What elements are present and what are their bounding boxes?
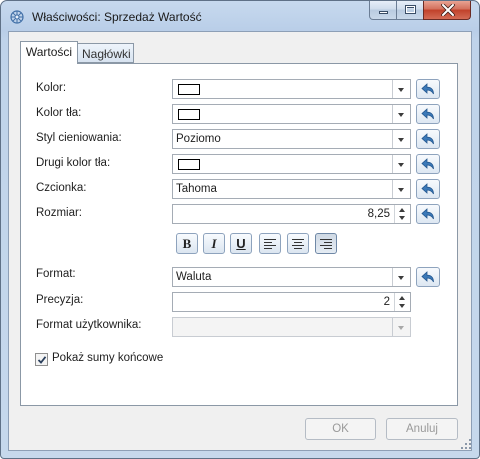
resize-grip-icon[interactable]	[461, 439, 471, 449]
ok-button[interactable]: OK	[305, 418, 376, 440]
spin-down-icon[interactable]	[399, 216, 405, 220]
chevron-down-icon[interactable]	[392, 130, 410, 148]
align-left-button[interactable]	[259, 233, 281, 254]
spin-up-icon[interactable]	[399, 296, 405, 300]
czcionka-reset-button[interactable]	[416, 179, 440, 199]
spin-arrows[interactable]	[394, 293, 410, 311]
format-label: Format:	[36, 268, 76, 280]
kolor-label: Kolor:	[36, 82, 67, 94]
underline-button[interactable]: U	[230, 233, 252, 254]
drugi-kolor-tla-swatch	[178, 159, 200, 170]
rozmiar-label: Rozmiar:	[36, 207, 83, 219]
chevron-down-icon[interactable]	[392, 180, 410, 198]
pokaz-sumy-checkbox[interactable]	[35, 353, 48, 366]
close-icon	[441, 4, 455, 16]
bold-button[interactable]: B	[176, 233, 198, 254]
undo-icon	[421, 208, 434, 220]
drugi-kolor-tla-reset-button[interactable]	[416, 154, 440, 174]
italic-button[interactable]: I	[203, 233, 225, 254]
format-dropdown[interactable]: Waluta	[172, 267, 411, 287]
precyzja-label: Precyzja:	[36, 294, 84, 306]
close-button[interactable]	[423, 1, 471, 20]
kolor-dropdown[interactable]	[172, 79, 411, 99]
pokaz-sumy-label[interactable]: Pokaż sumy końcowe	[52, 352, 163, 364]
kolor-tla-swatch	[178, 109, 200, 120]
chevron-down-icon[interactable]	[392, 105, 410, 123]
undo-icon	[421, 133, 434, 145]
tab-wartosci[interactable]: Wartości	[20, 41, 78, 64]
maximize-button[interactable]	[396, 1, 424, 20]
kolor-tla-reset-button[interactable]	[416, 104, 440, 124]
title-bar[interactable]: Właściwości: Sprzedaż Wartość	[1, 1, 479, 31]
rozmiar-spinbox[interactable]: 8,25	[172, 204, 411, 224]
checkmark-icon	[37, 356, 47, 364]
precyzja-value: 2	[383, 296, 390, 308]
chevron-down-icon	[392, 318, 410, 336]
align-left-icon	[264, 239, 276, 251]
undo-icon	[421, 183, 434, 195]
undo-icon	[421, 108, 434, 120]
app-icon	[10, 10, 24, 24]
spin-up-icon[interactable]	[399, 208, 405, 212]
tab-naglowki[interactable]: Nagłówki	[78, 43, 134, 63]
minimize-button[interactable]	[369, 1, 397, 20]
align-right-button[interactable]	[315, 233, 337, 254]
format-value: Waluta	[176, 271, 212, 283]
spin-down-icon[interactable]	[399, 304, 405, 308]
align-center-button[interactable]	[287, 233, 309, 254]
rozmiar-value: 8,25	[367, 208, 390, 220]
kolor-tla-label: Kolor tła:	[36, 107, 82, 119]
kolor-tla-dropdown[interactable]	[172, 104, 411, 124]
maximize-icon	[405, 5, 416, 14]
styl-cieniowania-label: Styl cieniowania:	[36, 132, 122, 144]
czcionka-dropdown[interactable]: Tahoma	[172, 179, 411, 199]
align-center-icon	[292, 239, 304, 251]
czcionka-value: Tahoma	[176, 183, 217, 195]
rozmiar-reset-button[interactable]	[416, 204, 440, 224]
window-title: Właściwości: Sprzedaż Wartość	[32, 10, 202, 24]
align-right-icon	[320, 239, 332, 251]
styl-cieniowania-reset-button[interactable]	[416, 129, 440, 149]
styl-cieniowania-value: Poziomo	[176, 133, 221, 145]
cancel-button[interactable]: Anuluj	[386, 418, 458, 440]
minimize-icon	[379, 11, 388, 14]
czcionka-label: Czcionka:	[36, 182, 87, 194]
chevron-down-icon[interactable]	[392, 268, 410, 286]
undo-icon	[421, 158, 434, 170]
precyzja-spinbox[interactable]: 2	[172, 292, 411, 312]
format-uzytkownika-label: Format użytkownika:	[36, 319, 142, 331]
undo-icon	[421, 271, 434, 283]
undo-icon	[421, 83, 434, 95]
drugi-kolor-tla-label: Drugi kolor tła:	[36, 157, 111, 169]
format-uzytkownika-dropdown[interactable]	[172, 317, 411, 337]
kolor-swatch	[178, 84, 200, 95]
spin-arrows[interactable]	[394, 205, 410, 223]
drugi-kolor-tla-dropdown[interactable]	[172, 154, 411, 174]
chevron-down-icon[interactable]	[392, 155, 410, 173]
format-reset-button[interactable]	[416, 267, 440, 287]
styl-cieniowania-dropdown[interactable]: Poziomo	[172, 129, 411, 149]
chevron-down-icon[interactable]	[392, 80, 410, 98]
kolor-reset-button[interactable]	[416, 79, 440, 99]
